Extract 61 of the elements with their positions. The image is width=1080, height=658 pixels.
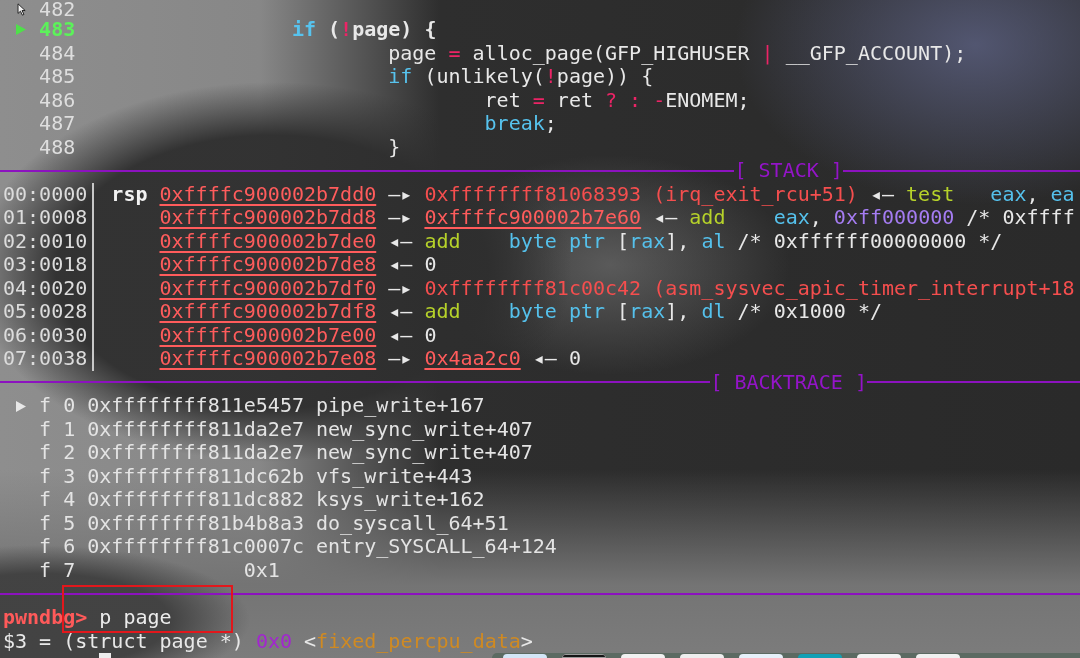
mouse-pointer-icon <box>17 3 26 16</box>
stack-entry: 0xffffc900002b7e08 —▸ 0x4aa2c0 ◂— 0 <box>159 347 581 371</box>
output-text: $3 = (struct page *) 0x0 <fixed_percpu_data> <box>3 631 533 652</box>
code-line: ret = ret ? : -ENOMEM; <box>484 88 750 113</box>
stack-offset: 04:0020 <box>3 276 88 301</box>
line-number: 485 <box>39 65 76 89</box>
stack-entry: 0xffffc900002b7de0 ◂— add byte ptr [rax], al /* 0xffffff00000000 */ <box>159 229 1003 254</box>
stack-entry: 0xffffc900002b7e00 ◂— 0 <box>159 323 437 348</box>
frame-address: 0xffffffff811e5457 <box>87 394 304 418</box>
code-line: if (!page) { <box>291 18 437 42</box>
frame-symbol: vfs_write+443 <box>316 464 473 489</box>
stack-entry: 0xffffc900002b7dd8 —▸ 0xffffc900002b7e60 ◂— add eax, 0xff000000 /* 0xffff <box>159 206 1075 230</box>
register-label: rsp <box>111 181 148 206</box>
frame-address: 0xffffffff811dc62b <box>87 464 304 489</box>
frame-symbol: pipe_write+167 <box>316 394 485 418</box>
stack-offset: 06:0030 <box>3 323 88 348</box>
frame-symbol: entry_SYSCALL_64+124 <box>316 535 557 559</box>
frame-address: 0xffffffff81b4b8a3 <box>87 511 304 536</box>
frame-label: f 6 <box>39 535 76 559</box>
stack-entry: 0xffffc900002b7dd0 —▸ 0xffffffff81068393 (irq_exit_rcu+51) ◂— test eax, ea <box>159 182 1075 207</box>
frame-address: 0xffffffff811da2e7 <box>87 441 304 465</box>
frame-address: 0xffffffff811da2e7 <box>87 417 304 442</box>
stack-offset: 01:0008 <box>3 206 88 230</box>
command-text: p page <box>99 605 172 630</box>
stack-offset: 02:0010 <box>3 229 88 254</box>
frame-address: 0xffffffff81c0007c <box>87 535 304 559</box>
stack-offset: 00:0000 <box>3 182 88 207</box>
line-number: 486 <box>39 88 76 113</box>
code-line: } <box>388 135 401 160</box>
line-number: 488 <box>39 135 76 160</box>
code-line: page = alloc_page(GFP_HIGHUSER | __GFP_ACCOUNT); <box>388 41 967 66</box>
frame-label: f 2 <box>39 441 76 465</box>
frame-address: 0x1 <box>243 558 280 583</box>
stack-offset: 03:0018 <box>3 253 88 277</box>
frame-symbol: new_sync_write+407 <box>316 417 533 442</box>
stack-entry: 0xffffc900002b7df0 —▸ 0xffffffff81c00c42 (asm_sysvec_apic_timer_interrupt+18 <box>159 276 1075 301</box>
text-cursor-icon <box>99 652 112 658</box>
app-icon[interactable] <box>562 654 606 658</box>
line-number: 484 <box>39 41 76 66</box>
line-number: 487 <box>39 112 76 136</box>
frame-label: f 1 <box>39 417 76 442</box>
frame-label: f 5 <box>39 511 76 536</box>
frame-label: f 7 <box>39 558 76 583</box>
section-title: [ BACKTRACE ] <box>710 370 867 395</box>
frame-label: f 4 <box>39 488 76 512</box>
code-line: if (unlikely(!page)) { <box>388 65 654 89</box>
frame-label: f 3 <box>39 464 76 489</box>
triangle-marker-icon <box>16 24 27 36</box>
section-title: [ STACK ] <box>734 159 843 183</box>
line-number: 483 <box>39 18 76 42</box>
stack-entry: 0xffffc900002b7de8 ◂— 0 <box>159 253 437 277</box>
line-number: 482 <box>39 0 76 18</box>
code-line: break; <box>484 112 557 136</box>
frame-symbol: ksys_write+162 <box>316 488 485 512</box>
stack-offset: 07:0038 <box>3 347 88 371</box>
stack-offset: 05:0028 <box>3 300 88 324</box>
frame-address: 0xffffffff811dc882 <box>87 488 304 512</box>
frame-symbol: new_sync_write+407 <box>316 441 533 465</box>
frame-label: f 0 <box>39 394 76 418</box>
frame-symbol: do_syscall_64+51 <box>316 511 509 536</box>
stack-entry: 0xffffc900002b7df8 ◂— add byte ptr [rax], dl /* 0x1000 */ <box>159 300 882 324</box>
